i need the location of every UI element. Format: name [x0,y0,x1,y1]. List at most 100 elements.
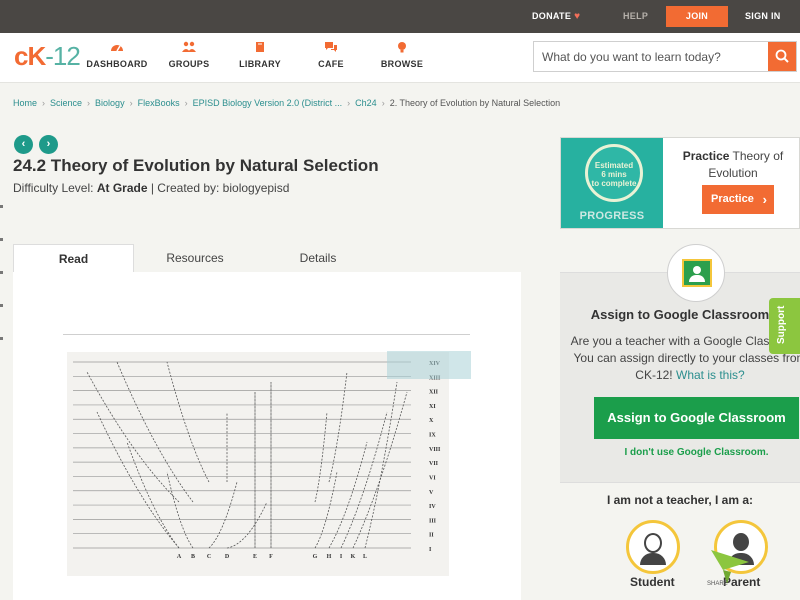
edge-mark [0,337,3,340]
breadcrumb-current: 2. Theory of Evolution by Natural Select… [389,98,561,108]
species-label: A [177,554,182,560]
species-label: G [313,554,318,560]
classroom-person-body [689,275,705,282]
difficulty-label: Difficulty Level: [13,181,94,195]
main-header: cK-12 DASHBOARD GROUPS LIBRARY CAFE BROW… [0,33,800,83]
breadcrumb-science[interactable]: Science [50,98,82,108]
logo-num: 12 [52,41,81,71]
search-button[interactable] [768,42,796,71]
content-tabs: Read Resources Details [13,244,521,273]
nav-library-label: LIBRARY [239,59,281,69]
generation-label: X [429,418,434,424]
nav-browse-label: BROWSE [380,59,424,69]
nav-dashboard[interactable]: DASHBOARD [82,41,152,69]
search-input[interactable] [534,42,769,71]
content-divider [63,334,470,335]
logo-ck: cK [14,41,46,71]
species-label: L [363,554,367,560]
image-overlay-icon[interactable] [387,351,471,379]
practice-button-label: Practice [711,193,754,205]
tree-branch [126,441,180,549]
tree-branch [96,411,180,549]
sign-in-link[interactable]: SIGN IN [745,0,781,33]
nav-browse[interactable]: BROWSE [367,41,437,69]
practice-title: Practice Theory of Evolution [671,148,795,182]
progress-panel: Estimated 6 mins to complete PROGRESS [561,138,663,228]
progress-label: PROGRESS [579,210,645,222]
practice-button[interactable]: Practice › [702,185,774,214]
edge-mark [0,205,3,208]
tree-branch [314,411,328,503]
classroom-description: Are you a teacher with a Google Classroo… [570,333,800,384]
page-title: 24.2 Theory of Evolution by Natural Sele… [13,156,379,175]
google-classroom-card: Assign to Google Classroom Are you a tea… [560,272,800,482]
donate-link[interactable]: DONATE ♥ [532,0,580,33]
library-icon [256,42,264,52]
generation-label: III [429,518,437,524]
left-edge-marks [0,205,4,370]
breadcrumb-separator: › [184,98,188,108]
breadcrumb-biology[interactable]: Biology [95,98,125,108]
generation-label: VII [429,461,439,467]
generation-label: I [429,547,432,553]
assign-classroom-button[interactable]: Assign to Google Classroom [594,397,799,439]
nav-groups-label: GROUPS [168,59,210,69]
browse-icon [398,42,406,53]
tab-details[interactable]: Details [283,244,353,273]
support-label: Support [776,305,787,344]
tree-branch [364,381,398,549]
breadcrumb-home[interactable]: Home [13,98,37,108]
generation-label: V [429,490,434,496]
nav-dashboard-label: DASHBOARD [86,59,148,69]
tree-branches [86,361,408,549]
species-label: F [269,554,273,560]
breadcrumb-separator: › [347,98,351,108]
next-arrow-icon[interactable]: › [39,135,58,154]
classroom-board [682,259,712,287]
previous-arrow-icon[interactable]: ‹ [14,135,33,154]
generation-label: XII [429,390,439,396]
no-classroom-link[interactable]: I don't use Google Classroom. [560,447,800,458]
breadcrumb-chapter[interactable]: Ch24 [355,98,377,108]
student-label: Student [630,575,675,589]
species-label: C [207,554,211,560]
share-label: SHARE [707,581,728,587]
to-complete-label: to complete [591,179,637,188]
tree-branch [226,501,268,549]
concept-navigation: ‹ › [14,134,64,154]
role-divider [560,482,800,483]
nav-cafe[interactable]: CAFE [296,41,366,69]
darwin-tree-figure[interactable]: XIVXIIIXIIXIXIXVIIIVIIVIVIVIIIIIIABCDEFG… [67,352,449,576]
generation-label: XI [429,404,436,410]
groups-icon [182,41,196,52]
read-content: XIVXIIIXIIXIXIXVIIIVIIVIVIVIIIIIIABCDEFG… [13,272,521,600]
support-tab[interactable]: Support [769,298,800,354]
practice-title-bold: Practice [682,149,730,163]
google-classroom-icon [667,244,725,302]
classroom-person-head [693,266,701,274]
tree-branch [328,371,348,483]
breadcrumb-separator: › [42,98,46,108]
role-title: I am not a teacher, I am a: [606,493,754,507]
generation-label: IV [429,504,436,510]
edge-mark [0,304,3,307]
practice-card: Estimated 6 mins to complete PROGRESS Pr… [560,137,800,229]
ck12-logo[interactable]: cK-12 [14,41,81,72]
join-button[interactable]: JOIN [666,6,728,27]
classroom-title: Assign to Google Classroom [590,307,770,322]
what-is-this-link[interactable]: What is this? [676,368,745,382]
tree-branch [208,481,238,549]
nav-library[interactable]: LIBRARY [225,41,295,69]
tree-branch [116,361,194,503]
tree-branch [166,361,210,483]
species-label: H [327,554,332,560]
breadcrumb-book[interactable]: EPISD Biology Version 2.0 (District ... [193,98,343,108]
nav-groups[interactable]: GROUPS [154,41,224,69]
tab-read[interactable]: Read [13,244,134,273]
tab-resources[interactable]: Resources [153,244,237,273]
student-role-button[interactable] [626,520,680,574]
evolution-tree-diagram: XIVXIIIXIIXIXIXVIIIVIIVIVIVIIIIIIABCDEFG… [73,361,441,560]
help-link[interactable]: HELP [623,0,648,33]
breadcrumb-flexbooks[interactable]: FlexBooks [138,98,180,108]
search-icon [775,49,789,63]
